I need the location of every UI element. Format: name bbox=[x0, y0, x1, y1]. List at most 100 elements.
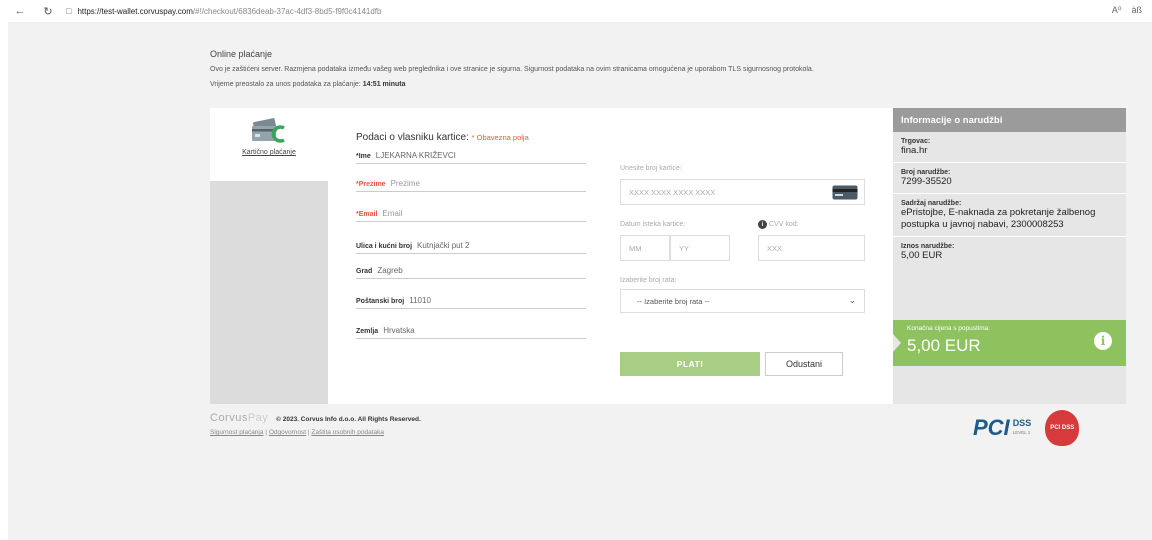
postal-label: Poštanski broj bbox=[356, 298, 405, 305]
merchant-block: Trgovac: fina.hr bbox=[893, 132, 1126, 163]
order-amount-value: 5,00 EUR bbox=[901, 250, 943, 261]
pci-dss-logo: PCI DSS LEVEL 1 bbox=[973, 415, 1031, 441]
credit-card-icon bbox=[250, 118, 288, 146]
street-field[interactable]: Ulica i kućni broj Kutnjački put 2 bbox=[356, 238, 586, 254]
payment-methods: Kartično plaćanje bbox=[210, 108, 328, 404]
brand-corvus: Corvus bbox=[210, 412, 248, 424]
dss-level: LEVEL 1 bbox=[1012, 430, 1031, 435]
footer-links: Sigurnost plaćanja | Odgovornost | Zašti… bbox=[210, 429, 421, 436]
city-value: Zagreb bbox=[377, 266, 403, 275]
street-label: Ulica i kućni broj bbox=[356, 243, 413, 250]
final-price-value: 5,00 EUR bbox=[907, 336, 981, 355]
shield-text: PCI DSS bbox=[1050, 425, 1075, 431]
pci-text: PCI bbox=[973, 415, 1010, 440]
corvuspay-logo: CorvusPay bbox=[210, 412, 268, 424]
security-link[interactable]: Sigurnost plaćanja bbox=[210, 429, 263, 436]
time-label: Vrijeme preostalo za unos podataka za pl… bbox=[210, 81, 361, 88]
certification-badges: PCI DSS LEVEL 1 PCI DSS bbox=[973, 410, 1080, 446]
intro-section: Online plaćanje Ovo je zaštićeni server.… bbox=[210, 47, 814, 92]
name-label: *Ime bbox=[356, 153, 371, 160]
expiry-year-input[interactable]: YY bbox=[670, 235, 730, 261]
surname-field[interactable]: *Prezime Prezime bbox=[356, 176, 586, 192]
reader-view-icon[interactable]: A⁰ bbox=[1112, 5, 1122, 16]
cancel-button[interactable]: Odustani bbox=[765, 352, 843, 376]
time-value: 14:51 minuta bbox=[362, 81, 406, 88]
liability-link[interactable]: Odgovornost bbox=[269, 429, 306, 436]
order-amount-block: Iznos narudžbe: 5,00 EUR bbox=[893, 237, 1126, 267]
privacy-link[interactable]: Zaštita osobnih podataka bbox=[311, 429, 384, 436]
page-icon: □ bbox=[66, 6, 72, 16]
email-label: *Email bbox=[356, 211, 378, 218]
expiry-month-input[interactable]: MM bbox=[620, 235, 670, 261]
payment-method-label: Kartično plaćanje bbox=[242, 149, 296, 156]
reload-icon[interactable]: ↻ bbox=[40, 5, 56, 18]
name-value: LJEKARNA KRIŽEVCI bbox=[375, 151, 456, 160]
order-content-label: Sadržaj narudžbe: bbox=[901, 200, 962, 207]
expiry-month-placeholder: MM bbox=[629, 243, 642, 253]
country-field[interactable]: Zemlja Hrvatska bbox=[356, 323, 586, 339]
expiry-year-placeholder: YY bbox=[679, 243, 690, 253]
pay-button[interactable]: PLATI bbox=[620, 352, 760, 376]
url-host: https://test-wallet.corvuspay.com bbox=[77, 6, 193, 16]
surname-placeholder: Prezime bbox=[390, 179, 420, 188]
card-number-label: Unesite broj kartice: bbox=[620, 165, 682, 172]
card-number-input[interactable]: XXXX XXXX XXXX XXXX bbox=[620, 179, 865, 205]
postal-field[interactable]: Poštanski broj 11010 bbox=[356, 293, 586, 309]
owner-heading: Podaci o vlasniku kartice: * Obavezna po… bbox=[356, 132, 586, 143]
cvv-placeholder: XXX bbox=[767, 243, 783, 253]
installments-selected: -- Izaberite broj rata -- bbox=[637, 296, 710, 306]
pci-shield-icon: PCI DSS bbox=[1045, 410, 1080, 446]
order-number-label: Broj narudžbe: bbox=[901, 169, 951, 176]
city-label: Grad bbox=[356, 268, 373, 275]
cvv-label-wrap: i CVV kod: bbox=[758, 220, 799, 229]
email-placeholder: Email bbox=[382, 209, 403, 218]
copyright: © 2023. Corvus Info d.o.o. All Rights Re… bbox=[276, 416, 421, 423]
postal-value: 11010 bbox=[409, 296, 431, 305]
payment-methods-filler bbox=[210, 181, 328, 404]
order-amount-label: Iznos narudžbe: bbox=[901, 243, 955, 250]
browser-toolbar: ← ↻ □ https://test-wallet.corvuspay.com /… bbox=[0, 0, 1152, 22]
address-bar[interactable]: □ https://test-wallet.corvuspay.com/#!/c… bbox=[66, 6, 381, 16]
translate-icon[interactable]: àß bbox=[1131, 5, 1142, 16]
page-content: Online plaćanje Ovo je zaštićeni server.… bbox=[8, 22, 1152, 540]
order-content-value: ePristojbe, E-naknada za pokretanje žalb… bbox=[901, 207, 1096, 230]
merchant-label: Trgovac: bbox=[901, 138, 931, 145]
final-price-arrow bbox=[893, 334, 901, 352]
merchant-value: fina.hr bbox=[901, 145, 928, 156]
installments-select[interactable]: -- Izaberite broj rata -- ⌄ bbox=[620, 289, 865, 313]
owner-title: Podaci o vlasniku kartice: bbox=[356, 132, 469, 143]
cvv-label: CVV kod: bbox=[769, 221, 799, 228]
footer: CorvusPay © 2023. Corvus Info d.o.o. All… bbox=[210, 412, 421, 436]
chevron-down-icon: ⌄ bbox=[848, 295, 856, 305]
security-notice: Ovo je zaštićeni server. Razmjena podata… bbox=[210, 66, 814, 73]
card-type-icon bbox=[832, 185, 858, 202]
surname-label: *Prezime bbox=[356, 181, 386, 188]
checkout-card: Kartično plaćanje Podaci o vlasniku kart… bbox=[210, 108, 1126, 404]
info-icon[interactable]: i bbox=[1094, 332, 1112, 350]
payment-method-card[interactable]: Kartično plaćanje bbox=[210, 108, 328, 181]
expiry-label: Datum isteka kartice: bbox=[620, 221, 686, 228]
name-field[interactable]: *Ime LJEKARNA KRIŽEVCI bbox=[356, 148, 586, 164]
order-info-heading: Informacije o narudžbi bbox=[893, 108, 1126, 132]
cvv-info-icon[interactable]: i bbox=[758, 220, 767, 229]
url-path: /#!/checkout/6836deab-37ac-4df3-8bd5-f9f… bbox=[192, 6, 382, 16]
order-number-value: 7299-35520 bbox=[901, 176, 952, 187]
link-separator: | bbox=[265, 429, 267, 436]
final-price-label: Konačna cijena s popustima: bbox=[907, 325, 991, 332]
time-remaining: Vrijeme preostalo za unos podataka za pl… bbox=[210, 77, 814, 92]
final-price-box: Konačna cijena s popustima: 5,00 EUR i bbox=[893, 320, 1126, 366]
street-value: Kutnjački put 2 bbox=[417, 241, 470, 250]
cvv-input[interactable]: XXX bbox=[758, 235, 865, 261]
back-icon[interactable]: ← bbox=[12, 5, 28, 17]
order-content-block: Sadržaj narudžbe: ePristojbe, E-naknada … bbox=[893, 194, 1126, 237]
order-number-block: Broj narudžbe: 7299-35520 bbox=[893, 163, 1126, 194]
link-separator: | bbox=[307, 429, 310, 436]
brand-pay: Pay bbox=[247, 412, 269, 424]
card-number-placeholder: XXXX XXXX XXXX XXXX bbox=[629, 187, 716, 197]
city-field[interactable]: Grad Zagreb bbox=[356, 263, 586, 279]
country-value: Hrvatska bbox=[383, 326, 415, 335]
country-label: Zemlja bbox=[356, 328, 379, 335]
dss-text: DSS bbox=[1012, 418, 1032, 428]
installments-label: Izaberite broj rata: bbox=[620, 277, 677, 284]
email-field[interactable]: *Email Email bbox=[356, 206, 586, 222]
